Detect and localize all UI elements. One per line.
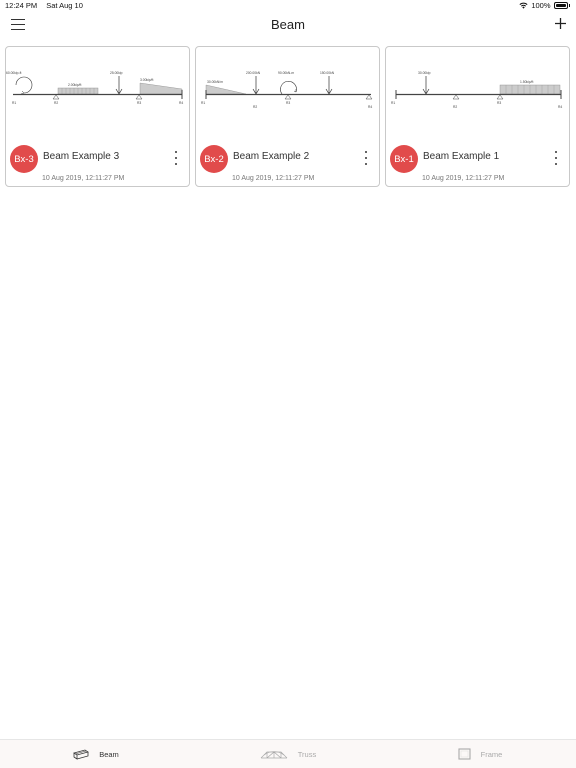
beam-date: 10 Aug 2019, 12:11:27 PM	[42, 175, 125, 182]
status-date: Sat Aug 10	[46, 1, 83, 10]
status-time: 12:24 PM	[5, 1, 38, 10]
diagram-label: 60.00kip-ft	[6, 71, 21, 75]
beam-card[interactable]: 30.00kip 1.50kip/ft R1 R2 R3 R4 Bx-1 Bea…	[385, 46, 570, 187]
diagram-label: R2	[54, 101, 58, 105]
beam-title: Beam Example 3	[43, 151, 120, 162]
tab-bar: Beam Truss Frame	[0, 739, 576, 768]
battery-icon	[553, 2, 568, 9]
diagram-label: 2.00kip/ft	[68, 83, 81, 87]
tab-frame[interactable]: Frame	[384, 740, 576, 768]
tab-label: Beam	[99, 749, 119, 759]
beam-title: Beam Example 1	[423, 151, 500, 162]
beam-title: Beam Example 2	[233, 151, 310, 162]
diagram-label: R4	[179, 101, 183, 105]
truss-icon	[260, 751, 287, 759]
frame-icon	[458, 748, 471, 760]
beam-diagram-thumbnail: 30.00kN/m 200.00kN 90.00kN-m 150.00kN R1…	[201, 71, 373, 109]
beam-date: 10 Aug 2019, 12:11:27 PM	[232, 175, 315, 182]
diagram-label: 3.00kip/ft	[140, 78, 153, 82]
beam-date: 10 Aug 2019, 12:11:27 PM	[422, 175, 505, 182]
wifi-icon	[519, 2, 528, 9]
diagram-label: 200.00kN	[246, 71, 261, 75]
diagram-label: R3	[286, 101, 290, 105]
beam-diagram-thumbnail: 30.00kip 1.50kip/ft R1 R2 R3 R4	[391, 71, 562, 109]
vertical-ellipsis-icon[interactable]	[552, 151, 560, 165]
diagram-label: R2	[453, 105, 457, 109]
beam-id-badge: Bx-2	[200, 145, 228, 173]
diagram-label: R1	[391, 101, 395, 105]
beam-card[interactable]: 60.00kip-ft 2.00kip/ft 25.00kip 3.00kip/…	[5, 46, 190, 187]
diagram-label: R3	[497, 101, 501, 105]
diagram-label: 25.00kip	[110, 71, 123, 75]
diagram-label: R4	[368, 105, 372, 109]
diagram-label: R2	[253, 105, 257, 109]
diagram-label: R4	[558, 105, 562, 109]
beam-card-list: 60.00kip-ft 2.00kip/ft 25.00kip 3.00kip/…	[5, 46, 570, 187]
tab-label: Truss	[297, 749, 317, 759]
status-bar: 12:24 PM Sat Aug 10 100%	[0, 0, 576, 12]
beam-card[interactable]: 30.00kN/m 200.00kN 90.00kN-m 150.00kN R1…	[195, 46, 380, 187]
diagram-label: 30.00kN/m	[207, 80, 223, 84]
diagram-label: 30.00kip	[418, 71, 431, 75]
beam-id-badge: Bx-1	[390, 145, 418, 173]
page-title: Beam	[271, 17, 305, 32]
diagram-label: R3	[137, 101, 141, 105]
tab-beam[interactable]: Beam	[0, 740, 192, 768]
beam-id-badge: Bx-3	[10, 145, 38, 173]
diagram-label: R1	[12, 101, 16, 105]
diagram-label: 90.00kN-m	[278, 71, 294, 75]
plus-icon	[555, 18, 566, 29]
diagram-label: 1.50kip/ft	[520, 80, 533, 84]
add-beam-button[interactable]	[555, 14, 566, 33]
tab-truss[interactable]: Truss	[192, 740, 384, 768]
diagram-label: 150.00kN	[320, 71, 335, 75]
diagram-label: R1	[201, 101, 205, 105]
battery-percent: 100%	[531, 1, 551, 10]
vertical-ellipsis-icon[interactable]	[172, 151, 180, 165]
beam-icon	[73, 749, 90, 760]
beam-diagram-thumbnail: 60.00kip-ft 2.00kip/ft 25.00kip 3.00kip/…	[6, 71, 183, 105]
vertical-ellipsis-icon[interactable]	[362, 151, 370, 165]
nav-bar: Beam	[0, 12, 576, 40]
tab-label: Frame	[480, 749, 503, 759]
